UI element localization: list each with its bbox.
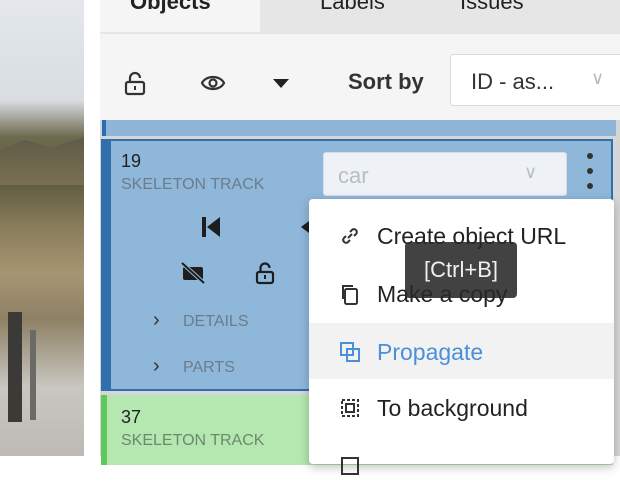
link-icon — [342, 228, 358, 244]
caret-down-icon[interactable] — [268, 70, 294, 96]
details-expander[interactable]: › DETAILS — [153, 309, 249, 332]
card-accent — [103, 141, 111, 389]
eye-icon[interactable] — [200, 70, 226, 96]
menu-item-propagate[interactable]: Propagate — [309, 323, 614, 379]
menu-item-partial[interactable] — [309, 437, 614, 493]
pole-object — [8, 312, 22, 422]
mountain-ridge — [0, 137, 84, 185]
sort-select-value: ID - as... — [471, 69, 555, 94]
more-options-icon[interactable] — [580, 151, 600, 191]
tab-issues[interactable]: Issues — [430, 0, 554, 32]
lock-icon[interactable] — [122, 70, 148, 96]
menu-icon-partial — [341, 457, 359, 475]
menu-item-to-background[interactable]: To background — [309, 379, 614, 435]
previous-card-edge — [102, 120, 616, 136]
object-type: SKELETON TRACK — [121, 432, 265, 449]
chevron-right-icon: › — [153, 355, 160, 377]
frame-image[interactable] — [0, 0, 84, 456]
parts-label: PARTS — [183, 359, 235, 376]
object-label-value: car — [338, 163, 369, 188]
previous-keyframe-icon[interactable] — [197, 213, 225, 241]
sort-select[interactable]: ID - as... ∨ — [450, 54, 620, 106]
object-label-select[interactable]: car ∨ — [323, 152, 567, 196]
chevron-right-icon: › — [153, 309, 160, 331]
hidden-icon[interactable] — [179, 259, 207, 287]
chevron-down-icon: ∨ — [591, 68, 605, 88]
pole-object-thin — [30, 330, 36, 420]
lock-icon[interactable] — [251, 259, 279, 287]
menu-item-label: To background — [377, 395, 528, 421]
object-id: 37 — [121, 407, 142, 427]
sort-by-label: Sort by — [348, 69, 424, 94]
object-id: 19 — [121, 151, 142, 171]
propagate-icon — [340, 342, 360, 362]
object-type: SKELETON TRACK — [121, 176, 265, 193]
chevron-down-icon: ∨ — [524, 162, 538, 182]
menu-item-label: Propagate — [377, 339, 484, 365]
object-context-menu: Create object URL Make a copy Propagate … — [309, 199, 614, 475]
tab-objects[interactable]: Objects — [100, 0, 260, 32]
shortcut-tooltip: [Ctrl+B] — [405, 242, 517, 298]
copy-icon — [342, 285, 358, 305]
details-label: DETAILS — [183, 313, 249, 330]
tab-labels[interactable]: Labels — [290, 0, 415, 32]
to-background-icon — [341, 399, 359, 417]
divider — [84, 0, 100, 456]
objects-toolbar: Sort by ID - as... ∨ — [100, 34, 620, 121]
parts-expander[interactable]: › PARTS — [153, 355, 235, 378]
sidebar-tabs: Objects Labels Issues — [100, 0, 620, 34]
